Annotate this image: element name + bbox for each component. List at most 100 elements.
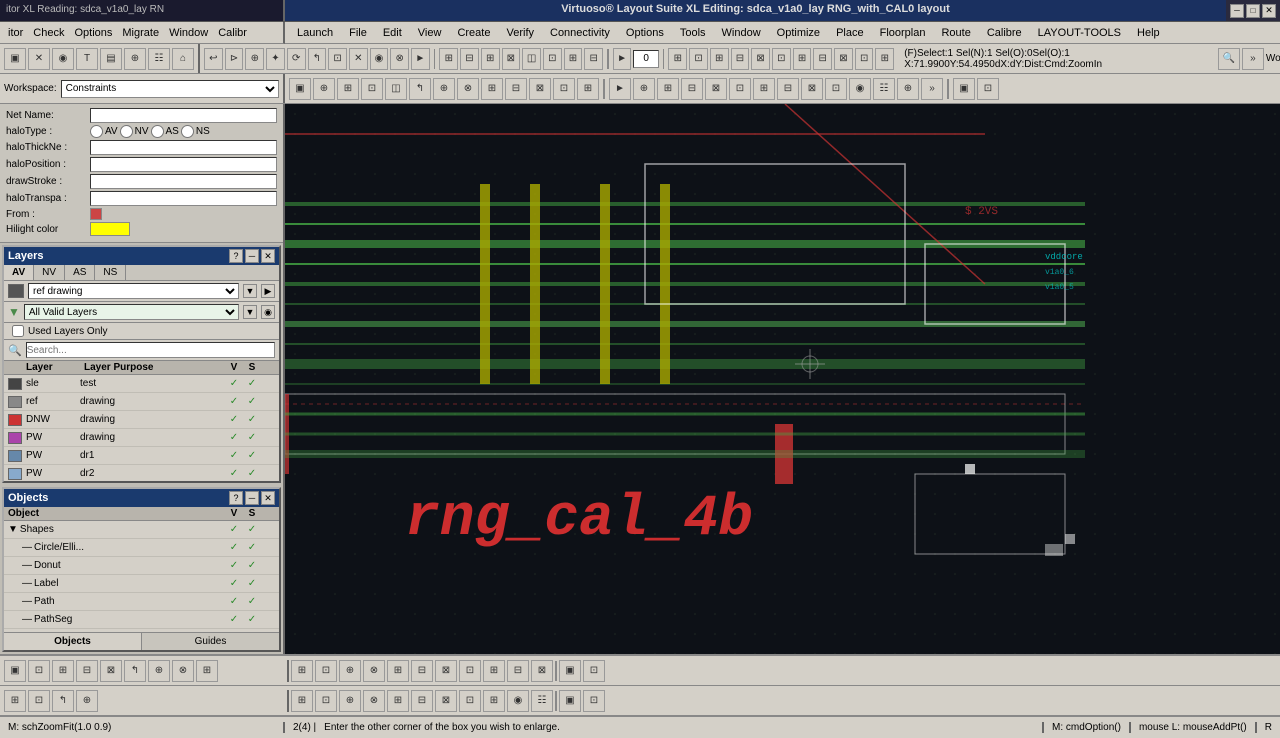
halo-thick-input[interactable]	[90, 140, 277, 155]
bot-main-9[interactable]: ⊞	[483, 660, 505, 682]
tb-icon-5[interactable]: ▤	[100, 48, 122, 70]
left-menu-window[interactable]: Window	[165, 25, 212, 41]
tb2-more[interactable]: »	[921, 78, 943, 100]
menu-optimize[interactable]: Optimize	[769, 25, 828, 41]
obj-shapes[interactable]: ▼ Shapes ✓ ✓	[4, 521, 279, 539]
tb2-19[interactable]: ⊡	[729, 78, 751, 100]
tb-main-2[interactable]: ⊳	[225, 48, 244, 70]
layers-close-btn[interactable]: ✕	[261, 249, 275, 263]
obj-pathseg[interactable]: — PathSeg ✓ ✓	[4, 611, 279, 629]
tb-icon-1[interactable]: ▣	[4, 48, 26, 70]
menu-help[interactable]: Help	[1129, 25, 1168, 41]
layers-tab-av[interactable]: AV	[4, 265, 34, 280]
ref-more-btn[interactable]: ▶	[261, 284, 275, 298]
menu-connectivity[interactable]: Connectivity	[542, 25, 618, 41]
tb-nav-7[interactable]: ⊡	[772, 48, 791, 70]
layer-row-sle[interactable]: sle test ✓ ✓	[4, 375, 279, 393]
tb-nav-2[interactable]: ⊞	[668, 48, 687, 70]
tb-main-6[interactable]: ↰	[308, 48, 327, 70]
tb-main-7[interactable]: ⊡	[328, 48, 347, 70]
halo-av[interactable]: AV	[90, 125, 118, 138]
tb2-r2[interactable]: ⊡	[977, 78, 999, 100]
menu-floorplan[interactable]: Floorplan	[872, 25, 934, 41]
layers-help-btn[interactable]: ?	[229, 249, 243, 263]
tb2-21[interactable]: ⊟	[777, 78, 799, 100]
tb-nav-4[interactable]: ⊞	[710, 48, 729, 70]
tb-nav-5[interactable]: ⊟	[731, 48, 750, 70]
obj-path[interactable]: — Path ✓ ✓	[4, 593, 279, 611]
tb2-1[interactable]: ▣	[289, 78, 311, 100]
ref-drawing-select[interactable]: ref drawing	[28, 283, 239, 299]
menu-view[interactable]: View	[410, 25, 450, 41]
tb-main-8[interactable]: ✕	[349, 48, 368, 70]
layers-tab-ns[interactable]: NS	[95, 265, 126, 280]
bot-main-13[interactable]: ⊡	[583, 660, 605, 682]
layers-tab-as[interactable]: AS	[65, 265, 95, 280]
tb2-17[interactable]: ⊟	[681, 78, 703, 100]
tb2-2[interactable]: ⊕	[313, 78, 335, 100]
menu-create[interactable]: Create	[449, 25, 498, 41]
bot-tb-1[interactable]: ▣	[4, 660, 26, 682]
bot2-tb-4[interactable]: ⊕	[76, 690, 98, 712]
tb-zoom-1[interactable]: ⊞	[439, 48, 458, 70]
layers-min-btn[interactable]: ─	[245, 249, 259, 263]
tb-icon-3[interactable]: ◉	[52, 48, 74, 70]
tb-main-1[interactable]: ↩	[204, 48, 223, 70]
tb-main-4[interactable]: ✦	[266, 48, 285, 70]
left-menu-options[interactable]: Options	[70, 25, 116, 41]
tb-nav-9[interactable]: ⊟	[813, 48, 832, 70]
layer-row-dnw[interactable]: DNW drawing ✓ ✓	[4, 411, 279, 429]
obj-label[interactable]: — Label ✓ ✓	[4, 575, 279, 593]
bot-main-4[interactable]: ⊗	[363, 660, 385, 682]
ref-expand-btn[interactable]: ▼	[243, 284, 257, 298]
tb-icon-7[interactable]: ☷	[148, 48, 170, 70]
menu-window[interactable]: Window	[714, 25, 769, 41]
tb2-9[interactable]: ⊞	[481, 78, 503, 100]
tb-nav-12[interactable]: ⊞	[875, 48, 894, 70]
tb-nav-11[interactable]: ⊡	[855, 48, 874, 70]
tb-main-10[interactable]: ⊗	[390, 48, 409, 70]
bot2-main-1[interactable]: ⊞	[291, 690, 313, 712]
tb2-12[interactable]: ⊡	[553, 78, 575, 100]
menu-verify[interactable]: Verify	[498, 25, 542, 41]
filter-more-btn[interactable]: ◉	[261, 305, 275, 319]
bot2-main-5[interactable]: ⊞	[387, 690, 409, 712]
objects-close-btn[interactable]: ✕	[261, 491, 275, 505]
tb-zoom-2[interactable]: ⊟	[460, 48, 479, 70]
bot2-main-6[interactable]: ⊟	[411, 690, 433, 712]
tb-icon-4[interactable]: T	[76, 48, 98, 70]
bot-tb-8[interactable]: ⊗	[172, 660, 194, 682]
tab-guides[interactable]: Guides	[142, 633, 279, 650]
objects-min-btn[interactable]: ─	[245, 491, 259, 505]
bot-tb-9[interactable]: ⊞	[196, 660, 218, 682]
tb2-20[interactable]: ⊞	[753, 78, 775, 100]
bot-main-10[interactable]: ⊟	[507, 660, 529, 682]
menu-options[interactable]: Options	[618, 25, 672, 41]
hilight-color-swatch[interactable]	[90, 222, 130, 236]
tb2-14[interactable]: ►	[609, 78, 631, 100]
tb-main-11[interactable]: ►	[411, 48, 430, 70]
bot-main-7[interactable]: ⊠	[435, 660, 457, 682]
tb2-25[interactable]: ☷	[873, 78, 895, 100]
bot2-main-10[interactable]: ◉	[507, 690, 529, 712]
bot-tb-4[interactable]: ⊟	[76, 660, 98, 682]
tb-nav-10[interactable]: ⊠	[834, 48, 853, 70]
layer-row-ref[interactable]: ref drawing ✓ ✓	[4, 393, 279, 411]
tb-main-5[interactable]: ⟳	[287, 48, 306, 70]
maximize-button[interactable]: □	[1246, 4, 1260, 18]
left-menu-calibr[interactable]: Calibr	[214, 25, 251, 41]
left-menu-migrate[interactable]: Migrate	[118, 25, 163, 41]
tb2-23[interactable]: ⊡	[825, 78, 847, 100]
tb2-10[interactable]: ⊟	[505, 78, 527, 100]
bot2-main-3[interactable]: ⊕	[339, 690, 361, 712]
tb2-8[interactable]: ⊗	[457, 78, 479, 100]
halo-as[interactable]: AS	[151, 125, 179, 138]
bot-main-5[interactable]: ⊞	[387, 660, 409, 682]
search-layers-input[interactable]	[26, 342, 275, 358]
bot-main-3[interactable]: ⊕	[339, 660, 361, 682]
canvas-area[interactable]: vddcore v1a0_6 v1a0_5 $ 2VS rng_cal_4b	[285, 104, 1280, 654]
bot-main-11[interactable]: ⊠	[531, 660, 553, 682]
tb-zoom-7[interactable]: ⊞	[564, 48, 583, 70]
tb-zoom-6[interactable]: ⊡	[543, 48, 562, 70]
halo-ns[interactable]: NS	[181, 125, 210, 138]
